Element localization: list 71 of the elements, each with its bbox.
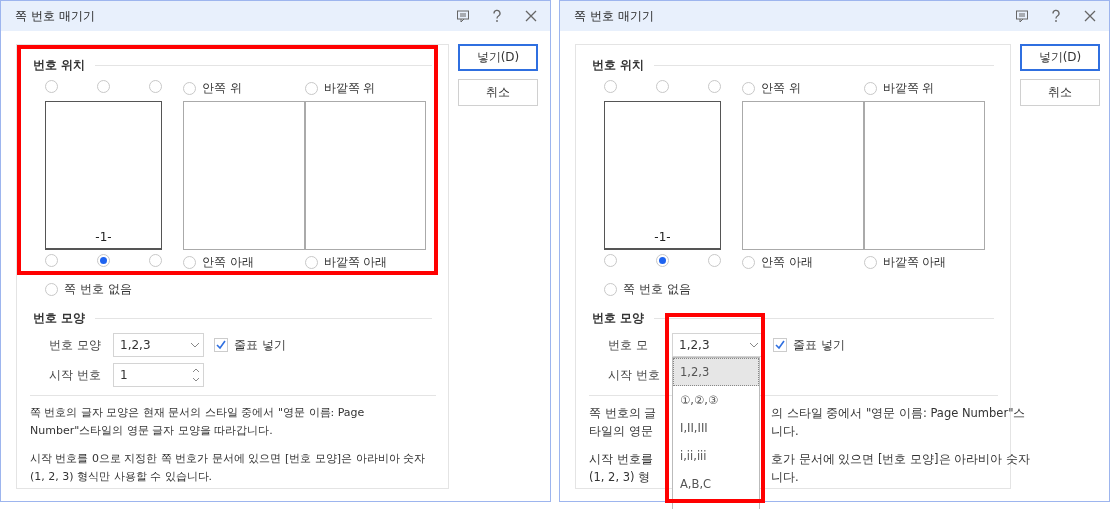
dialog-button[interactable]: 넣기(D)	[1020, 44, 1100, 71]
help-text: 타일의 영문	[589, 423, 651, 440]
radio-button[interactable]	[708, 80, 721, 93]
dialog-button[interactable]: 취소	[458, 79, 538, 106]
option-label: 바깥쪽 아래	[882, 254, 947, 271]
radio-button[interactable]	[742, 82, 755, 95]
window-title: 쪽 번호 매기기	[15, 7, 96, 25]
radio-button[interactable]	[604, 283, 617, 296]
checkbox[interactable]	[214, 338, 228, 352]
option-label: 바깥쪽 위	[323, 80, 376, 97]
option-label: 안쪽 위	[761, 80, 801, 97]
close-icon[interactable]	[524, 9, 538, 23]
help-text: 의 스타일 중에서 "영문 이름: Page Number"스	[771, 405, 1026, 422]
section-title: 번호 모양	[592, 310, 645, 327]
radio-button[interactable]	[708, 254, 721, 267]
radio-button[interactable]	[149, 254, 162, 267]
help-icon[interactable]	[1049, 9, 1063, 23]
comment-icon[interactable]	[1015, 9, 1029, 23]
radio-button[interactable]	[304, 82, 318, 95]
start-number-field[interactable]: 1	[113, 363, 204, 387]
radio-button[interactable]	[97, 80, 110, 93]
checkbox-label: 줄표 넣기	[234, 336, 286, 354]
help-text: 니다.	[771, 423, 799, 440]
radio-button[interactable]	[863, 256, 877, 269]
window-title: 쪽 번호 매기기	[574, 7, 655, 25]
section-title: 번호 위치	[592, 57, 645, 74]
close-icon[interactable]	[1083, 9, 1097, 23]
help-text: 쪽 번호의 글자 모양은 현재 문서의 스타일 중에서 "영문 이름: Page Number"스타일의 영문 글자 모양을 따라갑니다.	[30, 405, 366, 439]
page-number: -1-	[95, 230, 112, 244]
option-label: 바깥쪽 아래	[323, 254, 388, 271]
radio-button[interactable]	[656, 80, 669, 93]
radio-button[interactable]	[604, 254, 617, 267]
radio-button[interactable]	[304, 256, 318, 269]
field-label: 번호 모양	[49, 336, 102, 354]
radio-button[interactable]	[183, 256, 196, 269]
radio-button[interactable]	[149, 80, 162, 93]
format-dropdown[interactable]: 1,2,3	[113, 333, 204, 357]
comment-icon[interactable]	[456, 9, 470, 23]
option-label: 쪽 번호 없음	[64, 281, 132, 298]
page-number: -1-	[654, 230, 671, 244]
dialog-button[interactable]: 넣기(D)	[458, 44, 538, 71]
help-icon[interactable]	[490, 9, 504, 23]
option-label: 안쪽 아래	[761, 254, 813, 271]
field-label: 시작 번호	[608, 366, 661, 384]
dialog-button[interactable]: 취소	[1020, 79, 1100, 106]
section-title: 번호 위치	[33, 57, 86, 74]
radio-button[interactable]	[604, 80, 617, 93]
field-label: 번호 모	[608, 336, 649, 354]
help-text: 니다.	[771, 469, 799, 486]
radio-button[interactable]	[97, 254, 110, 267]
checkbox-label: 줄표 넣기	[793, 336, 845, 354]
help-text: 시작 번호를	[589, 451, 651, 468]
option-label: 바깥쪽 위	[882, 80, 935, 97]
radio-button[interactable]	[45, 283, 58, 296]
option-label: 안쪽 위	[202, 80, 242, 97]
format-dropdown[interactable]: 1,2,3	[672, 333, 763, 357]
help-text: 시작 번호를 0으로 지정한 쪽 번호가 문서에 있으면 [번호 모양]은 아라비아 숫자 (1, 2, 3) 형식만 사용할 수 있습니다.	[30, 451, 427, 485]
radio-button[interactable]	[742, 256, 755, 269]
option-label: 쪽 번호 없음	[623, 281, 691, 298]
radio-button[interactable]	[183, 82, 196, 95]
section-title: 번호 모양	[33, 310, 86, 327]
radio-button[interactable]	[45, 254, 58, 267]
radio-button[interactable]	[656, 254, 669, 267]
dropdown-option[interactable]: 1,2,3	[673, 358, 759, 386]
help-text: 호가 문서에 있으면 [번호 모양]은 아라비아 숫자	[771, 451, 1030, 468]
option-label: 안쪽 아래	[202, 254, 254, 271]
radio-button[interactable]	[45, 80, 58, 93]
radio-button[interactable]	[863, 82, 877, 95]
field-label: 시작 번호	[49, 366, 102, 384]
checkbox[interactable]	[773, 338, 787, 352]
help-text: (1, 2, 3) 형	[589, 469, 651, 486]
